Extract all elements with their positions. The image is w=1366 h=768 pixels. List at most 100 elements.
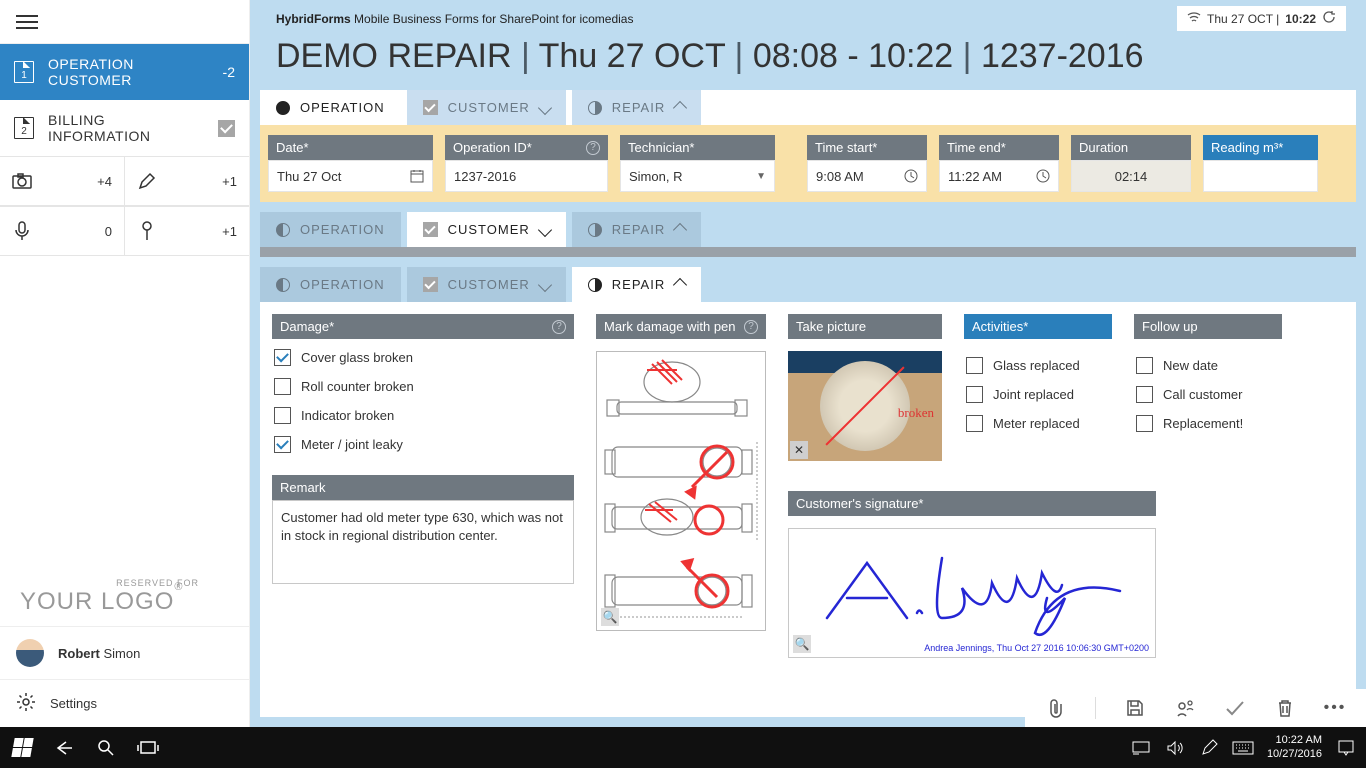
settings-button[interactable]: Settings <box>0 679 249 727</box>
field-technician: Technician* Simon, R▼ <box>620 135 775 192</box>
date-input[interactable]: Thu 27 Oct <box>268 160 433 192</box>
back-button[interactable] <box>54 738 74 758</box>
remark-header: Remark <box>272 475 574 500</box>
help-icon[interactable]: ? <box>552 320 566 334</box>
tab-label: CUSTOMER <box>448 100 530 115</box>
pen-count: +1 <box>222 174 237 189</box>
clock-chip: Thu 27 OCT | 10:22 <box>1177 6 1346 31</box>
sketch-canvas[interactable]: 🔍 <box>596 351 766 631</box>
checkbox-icon <box>1136 357 1153 374</box>
sidebar-stats-row1: +4 +1 <box>0 156 249 206</box>
help-icon[interactable]: ? <box>586 141 600 155</box>
settings-label: Settings <box>50 696 97 711</box>
checkbox-meter-replaced[interactable]: Meter replaced <box>966 415 1110 432</box>
pin-count-cell[interactable]: +1 <box>125 207 249 255</box>
tab-customer[interactable]: CUSTOMER <box>407 90 566 125</box>
tray-notifications-icon[interactable] <box>1336 738 1356 758</box>
tab-operation[interactable]: OPERATION <box>260 267 401 302</box>
share-button[interactable] <box>1174 697 1196 719</box>
field-header: Date* <box>268 135 433 160</box>
more-button[interactable]: ••• <box>1324 697 1346 719</box>
circle-icon <box>276 278 290 292</box>
chevron-down-icon <box>538 222 552 236</box>
task-view-button[interactable] <box>138 738 158 758</box>
tray-pen-icon[interactable] <box>1199 738 1219 758</box>
wifi-icon <box>1187 11 1201 26</box>
circle-icon <box>276 101 290 115</box>
tray-clock[interactable]: 10:22 AM10/27/2016 <box>1267 734 1322 760</box>
customer-section: OPERATION CUSTOMER REPAIR <box>260 212 1356 257</box>
time-start-input[interactable]: 9:08 AM <box>807 160 927 192</box>
remove-photo-icon[interactable]: ✕ <box>790 441 808 459</box>
attach-button[interactable] <box>1045 697 1067 719</box>
time-end-input[interactable]: 11:22 AM <box>939 160 1059 192</box>
reading-input[interactable] <box>1203 160 1318 192</box>
tab-operation[interactable]: OPERATION <box>260 212 401 247</box>
checkbox-indicator[interactable]: Indicator broken <box>274 407 572 424</box>
save-button[interactable] <box>1124 697 1146 719</box>
half-circle-icon <box>588 278 602 292</box>
search-button[interactable] <box>96 738 116 758</box>
check-icon <box>423 100 438 115</box>
tab-customer[interactable]: CUSTOMER <box>407 267 566 302</box>
chevron-down-icon <box>538 277 552 291</box>
checkbox-cover-glass[interactable]: Cover glass broken <box>274 349 572 366</box>
approve-button[interactable] <box>1224 697 1246 719</box>
checkbox-meter-joint[interactable]: Meter / joint leaky <box>274 436 572 453</box>
checkbox-call-customer[interactable]: Call customer <box>1136 386 1280 403</box>
field-operation-id: Operation ID*? 1237-2016 <box>445 135 608 192</box>
sidebar-item-billing-information[interactable]: 2 BILLING INFORMATION <box>0 100 249 156</box>
checkbox-icon <box>274 349 291 366</box>
tab-customer[interactable]: CUSTOMER <box>407 212 566 247</box>
mic-count-cell[interactable]: 0 <box>0 207 125 255</box>
check-icon <box>423 222 438 237</box>
tray-keyboard-icon[interactable] <box>1233 738 1253 758</box>
tray-volume-icon[interactable] <box>1165 738 1185 758</box>
pin-icon <box>137 221 157 241</box>
tab-label: CUSTOMER <box>448 222 530 237</box>
photos-count-cell[interactable]: +4 <box>0 157 125 205</box>
microphone-icon <box>12 221 32 241</box>
help-icon[interactable]: ? <box>744 320 758 334</box>
sidebar-item-operation-customer[interactable]: 1 OPERATION CUSTOMER -2 <box>0 44 249 100</box>
checkbox-joint-replaced[interactable]: Joint replaced <box>966 386 1110 403</box>
signature-canvas[interactable]: 🔍 Andrea Jennings, Thu Oct 27 2016 10:06… <box>788 528 1156 658</box>
technician-select[interactable]: Simon, R▼ <box>620 160 775 192</box>
tab-repair[interactable]: REPAIR <box>572 90 701 125</box>
check-icon <box>218 120 235 137</box>
doc-icon: 2 <box>14 117 34 139</box>
logo-placeholder: YOUR LOGO® <box>20 588 229 616</box>
field-header: Operation ID*? <box>445 135 608 160</box>
tray-cast-icon[interactable] <box>1131 738 1151 758</box>
start-button[interactable] <box>12 738 32 758</box>
checkbox-icon <box>966 415 983 432</box>
tab-repair[interactable]: REPAIR <box>572 267 701 302</box>
zoom-icon[interactable]: 🔍 <box>601 608 619 626</box>
chevron-up-icon <box>673 100 687 114</box>
main-area: HybridForms Mobile Business Forms for Sh… <box>250 0 1366 727</box>
signature-caption: Andrea Jennings, Thu Oct 27 2016 10:06:3… <box>924 643 1149 653</box>
field-header: Duration <box>1071 135 1191 160</box>
operation-id-input[interactable]: 1237-2016 <box>445 160 608 192</box>
checkbox-roll-counter[interactable]: Roll counter broken <box>274 378 572 395</box>
refresh-icon[interactable] <box>1322 10 1336 27</box>
pen-count-cell[interactable]: +1 <box>125 157 249 205</box>
checkbox-replacement[interactable]: Replacement! <box>1136 415 1280 432</box>
tab-repair[interactable]: REPAIR <box>572 212 701 247</box>
tab-operation[interactable]: OPERATION <box>260 90 401 125</box>
zoom-icon[interactable]: 🔍 <box>793 635 811 653</box>
activities-header: Activities* <box>964 314 1112 339</box>
delete-button[interactable] <box>1274 697 1296 719</box>
checkbox-new-date[interactable]: New date <box>1136 357 1280 374</box>
photo-thumbnail[interactable]: broken ✕ <box>788 351 942 461</box>
tab-label: REPAIR <box>612 222 665 237</box>
tab-label: CUSTOMER <box>448 277 530 292</box>
clock-icon <box>1036 169 1050 183</box>
hamburger-button[interactable] <box>0 0 249 44</box>
remark-textarea[interactable]: Customer had old meter type 630, which w… <box>272 500 574 584</box>
checkbox-glass-replaced[interactable]: Glass replaced <box>966 357 1110 374</box>
half-circle-icon <box>588 223 602 237</box>
user-profile[interactable]: Robert Simon <box>0 626 249 679</box>
tab-label: REPAIR <box>612 277 665 292</box>
doc-icon: 1 <box>14 61 34 83</box>
